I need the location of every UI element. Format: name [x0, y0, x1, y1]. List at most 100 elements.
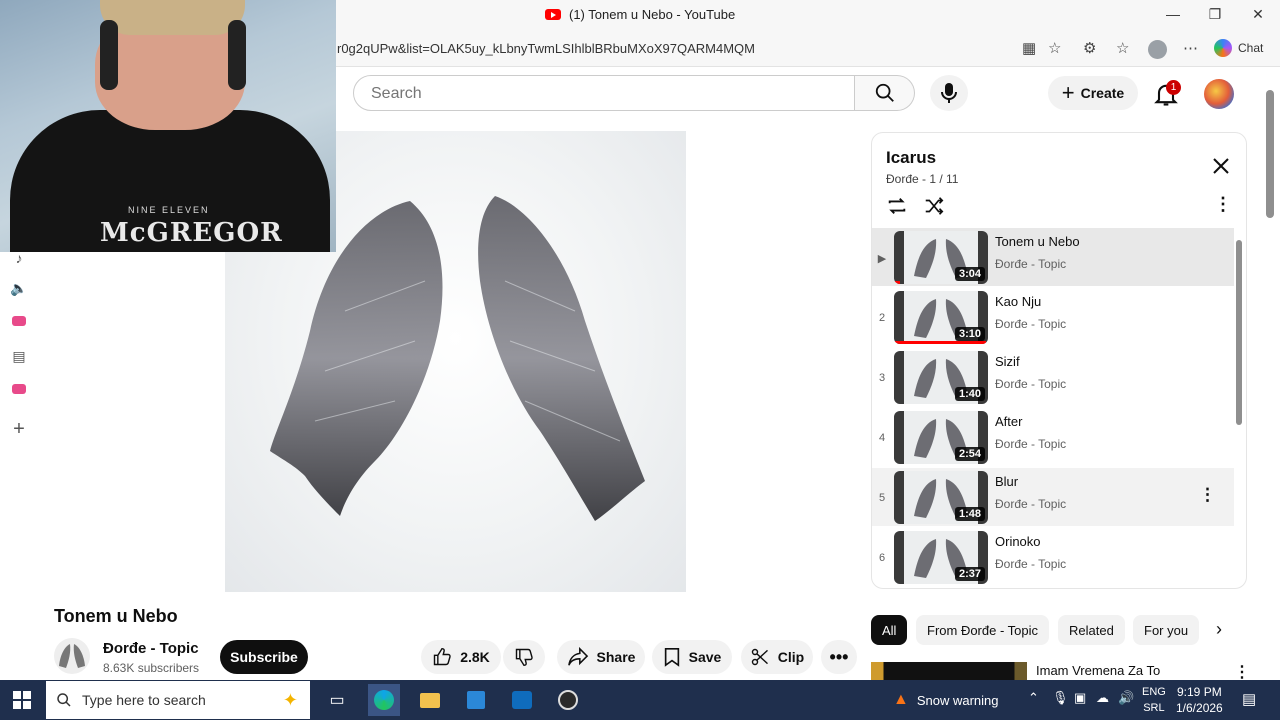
playlist-item[interactable]: 5 1:48 Blur Đorđe - Topic ⋮ [872, 468, 1234, 526]
wings-thumbnail-icon [59, 644, 85, 668]
dislike-button[interactable] [503, 640, 545, 674]
sidebar-app-icon-2[interactable] [12, 384, 26, 394]
playlist-item[interactable]: ▶ 3:04 Tonem u Nebo Đorđe - Topic [872, 228, 1234, 286]
like-button[interactable]: 2.8K [421, 640, 501, 674]
profile-icon[interactable] [1148, 40, 1167, 59]
tray-chevron-icon[interactable]: ⌃ [1028, 690, 1039, 706]
chip-related[interactable]: Related [1058, 615, 1125, 645]
playlist-item[interactable]: 2 3:10 Kao Nju Đorđe - Topic [872, 288, 1234, 346]
channel-name[interactable]: Đorđe - Topic [103, 640, 199, 657]
create-button[interactable]: + Create [1048, 76, 1138, 110]
taskbar-search[interactable]: Type here to search ✦ [46, 681, 310, 719]
playlist-item[interactable]: 3 1:40 Sizif Đorđe - Topic [872, 348, 1234, 406]
microphone-tray-icon[interactable]: 🎙 [1052, 690, 1069, 706]
network-icon[interactable]: ▣ [1074, 690, 1086, 706]
hoodie-print-text: McGREGOR [100, 218, 283, 248]
playlist-item[interactable]: 4 2:54 After Đorđe - Topic [872, 408, 1234, 466]
warning-icon: ▲ [893, 691, 909, 708]
search-box [353, 75, 855, 111]
weather-widget[interactable]: ▲ Snow warning [893, 691, 999, 709]
minimize-button[interactable]: — [1158, 6, 1188, 22]
playlist-item[interactable]: 6 2:37 Orinoko Đorđe - Topic [872, 528, 1234, 586]
headphones-right [228, 20, 246, 90]
favorite-star-icon[interactable]: ☆ [1048, 39, 1061, 57]
speaker-icon[interactable]: 🔈 [10, 280, 28, 298]
search-button[interactable] [855, 75, 915, 111]
playlist-item-duration: 2:54 [954, 447, 985, 461]
playlist-menu-icon[interactable]: ⋮ [1214, 194, 1232, 215]
recommendation-thumbnail[interactable] [871, 662, 1027, 680]
lang-bottom: SRL [1143, 702, 1165, 714]
more-horizontal-icon: ••• [829, 646, 849, 667]
clock-date: 1/6/2026 [1176, 701, 1223, 715]
playlist-item-progress [894, 341, 987, 344]
extensions-icon[interactable]: ⚙ [1083, 39, 1096, 57]
playlist-item-title: Blur [995, 474, 1019, 489]
sidebar-app-icon[interactable] [12, 316, 26, 326]
microsoft-store-icon[interactable] [460, 684, 492, 716]
copilot-chat-button[interactable]: Chat [1214, 39, 1263, 57]
close-window-button[interactable]: ✕ [1243, 6, 1273, 23]
share-button[interactable]: Share [557, 640, 645, 674]
microphone-icon [941, 83, 957, 103]
maximize-button[interactable]: ❐ [1200, 6, 1230, 23]
playlist-item-title: Sizif [995, 354, 1020, 369]
search-input[interactable] [369, 84, 833, 104]
chip-for-you[interactable]: For you [1133, 615, 1200, 645]
close-playlist-icon[interactable] [1209, 154, 1233, 178]
obs-icon[interactable] [552, 684, 584, 716]
app-available-icon[interactable]: ▦ [1022, 39, 1036, 57]
favorites-icon[interactable]: ☆ [1116, 39, 1129, 57]
windows-start-icon[interactable] [13, 691, 31, 709]
taskbar-search-placeholder: Type here to search [82, 692, 206, 708]
outlook-icon[interactable] [506, 684, 538, 716]
recommendation-title[interactable]: Imam Vremena Za To [1036, 663, 1160, 678]
tiktok-icon[interactable]: ♪ [10, 250, 28, 268]
browser-tab[interactable]: (1) Tonem u Nebo - YouTube [545, 7, 735, 22]
playlist-item-artist: Đorđe - Topic [995, 257, 1067, 271]
recommendation-menu-icon[interactable]: ⋮ [1234, 662, 1250, 682]
taskbar-clock[interactable]: 9:19 PM 1/6/2026 [1176, 684, 1223, 716]
subscriber-count: 8.63K subscribers [103, 661, 200, 675]
sidebar-list-icon[interactable]: ▤ [10, 348, 28, 366]
channel-avatar[interactable] [54, 638, 90, 674]
chat-label: Chat [1238, 41, 1264, 55]
page-scrollbar[interactable] [1266, 90, 1274, 218]
shuffle-icon[interactable] [923, 195, 945, 217]
chip-from-channel[interactable]: From Đorđe - Topic [916, 615, 1050, 645]
playlist-item-menu-icon[interactable]: ⋮ [1199, 485, 1216, 505]
chip-all[interactable]: All [871, 615, 908, 645]
language-indicator[interactable]: ENG SRL [1142, 684, 1166, 716]
account-avatar[interactable] [1204, 79, 1234, 109]
subscribe-button[interactable]: Subscribe [220, 640, 308, 674]
playlist-item-artist: Đorđe - Topic [995, 497, 1067, 511]
playlist-item-title: Tonem u Nebo [995, 234, 1080, 249]
headphones-left [100, 20, 118, 90]
more-menu-icon[interactable]: ⋯ [1183, 39, 1198, 57]
clip-button[interactable]: Clip [741, 640, 813, 674]
volume-icon[interactable]: 🔊 [1118, 690, 1134, 706]
save-button[interactable]: Save [652, 640, 732, 674]
clock-time: 9:19 PM [1177, 685, 1222, 699]
thumbs-down-icon [515, 648, 533, 667]
task-view-icon[interactable]: ▭ [321, 684, 353, 716]
save-label: Save [688, 649, 722, 665]
playlist-subtitle: Đorđe - 1 / 11 [886, 172, 959, 186]
add-sidebar-icon[interactable]: + [10, 418, 28, 440]
playlist-item-duration: 1:48 [954, 507, 985, 521]
playlist-item-index: 6 [878, 552, 886, 564]
cloud-icon[interactable]: ☁ [1096, 690, 1109, 706]
loop-icon[interactable] [886, 195, 908, 217]
playlist-title[interactable]: Icarus [886, 148, 936, 168]
playlist-scrollbar[interactable] [1236, 240, 1242, 425]
scissors-icon [751, 648, 768, 666]
edge-browser-icon[interactable] [368, 684, 400, 716]
voice-search-button[interactable] [930, 75, 968, 111]
notification-badge: 1 [1166, 80, 1181, 95]
playlist-item-index: 5 [878, 492, 886, 504]
chevron-right-icon[interactable]: › [1216, 619, 1222, 640]
file-explorer-icon[interactable] [414, 684, 446, 716]
url-field[interactable]: r0g2qUPw&list=OLAK5uy_kLbnyTwmLSIhlblBRb… [337, 41, 755, 56]
notifications-center-icon[interactable]: ▤ [1242, 690, 1256, 708]
more-actions-button[interactable]: ••• [821, 640, 857, 674]
